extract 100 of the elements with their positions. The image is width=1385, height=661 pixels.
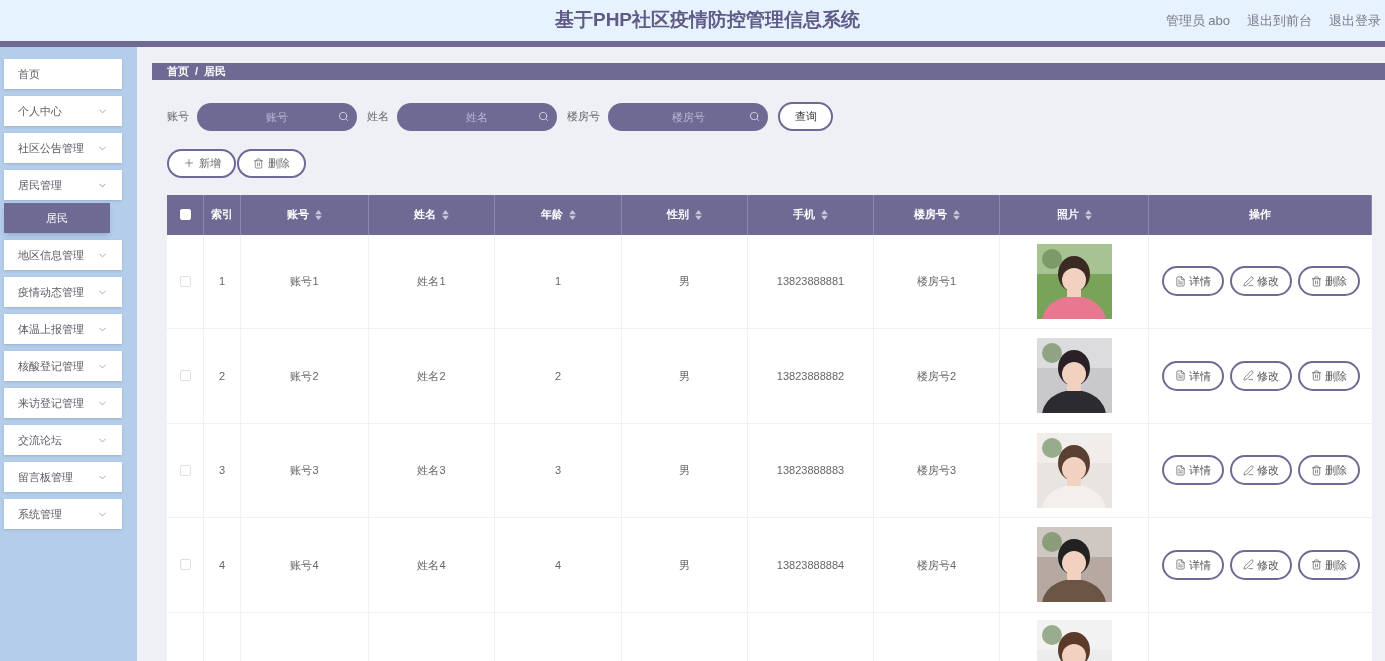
delete-button[interactable]: 删除 [1297, 549, 1360, 580]
table-cell-text: 楼房号3 [916, 463, 957, 478]
checkbox[interactable] [179, 370, 191, 382]
detail-button[interactable]: 详情 [1161, 455, 1224, 486]
sort-icon[interactable] [315, 209, 322, 220]
table-cell-text: 3 [554, 463, 562, 478]
search-icon [338, 110, 349, 122]
table-cell-text: 男 [679, 368, 690, 384]
checkbox[interactable] [179, 275, 191, 287]
detail-button[interactable]: 详情 [1161, 266, 1224, 297]
table-cell-text: 姓名4 [417, 557, 446, 573]
trash-icon [1310, 275, 1322, 287]
query-button[interactable]: 查询 [778, 102, 833, 131]
document-icon [1174, 464, 1186, 476]
checkbox[interactable] [179, 559, 191, 571]
table-cell-text: 姓名2 [417, 368, 446, 384]
trash-icon [1310, 464, 1322, 476]
search-field[interactable]: 楼房号 [608, 102, 768, 131]
sidebar-item[interactable]: 系统管理 [4, 499, 122, 529]
document-icon [1174, 559, 1186, 571]
plus-icon [182, 157, 195, 169]
column-header[interactable]: 楼房号 [874, 194, 1000, 235]
sort-icon[interactable] [1084, 209, 1092, 220]
detail-button[interactable]: 详情 [1161, 549, 1224, 580]
pen-icon [1242, 275, 1254, 287]
delete-button[interactable]: 删除 [1297, 360, 1360, 391]
pen-icon [1242, 464, 1254, 476]
table-cell-text: 姓名3 [417, 463, 446, 478]
column-header[interactable]: 手机 [748, 194, 874, 235]
sidebar-item[interactable]: 社区公告管理 [4, 133, 122, 163]
document-icon [1174, 275, 1186, 287]
table-cell-text: 13823888882 [776, 368, 845, 384]
sidebar-item[interactable]: 交流论坛 [4, 425, 122, 455]
search-field[interactable]: 姓名 [397, 102, 557, 131]
sort-icon[interactable] [821, 209, 828, 220]
table-cell-text: 楼房号4 [916, 557, 957, 573]
sidebar-item[interactable]: 核酸登记管理 [4, 351, 122, 381]
table-cell-text: 男 [679, 274, 690, 289]
edit-button[interactable]: 修改 [1229, 455, 1292, 486]
table-cell-text: 1 [218, 274, 226, 289]
table-cell-text: 楼房号1 [916, 274, 957, 289]
table-cell-text: 13823888883 [776, 463, 845, 478]
table-cell-text: 2 [554, 368, 562, 384]
table-cell-text: 1 [554, 274, 562, 289]
checkbox[interactable] [179, 464, 191, 476]
table-cell-text: 账号1 [290, 274, 319, 289]
search-icon [749, 110, 760, 122]
sort-icon[interactable] [442, 209, 449, 220]
app-title: 基于PHP社区疫情防控管理信息系统 [554, 8, 861, 33]
trash-icon [1310, 559, 1322, 571]
trash-icon [1310, 370, 1322, 382]
column-header[interactable]: 性别 [622, 194, 748, 235]
table-cell-text: 账号3 [290, 463, 319, 478]
field-label: 楼房号 [567, 109, 600, 125]
delete-button[interactable]: 删除 [1297, 455, 1360, 486]
pen-icon [1242, 559, 1254, 571]
document-icon [1174, 370, 1186, 382]
sort-icon[interactable] [568, 209, 576, 220]
delete-button[interactable]: 删除 [237, 148, 306, 178]
trash-icon [253, 157, 264, 169]
user-menu[interactable]: 管理员 abo [1165, 11, 1230, 31]
table-cell-text: 2 [218, 368, 226, 384]
breadcrumb-separator: / [195, 64, 199, 79]
detail-button[interactable]: 详情 [1161, 360, 1224, 391]
header-link[interactable]: 退出登录 [1329, 11, 1381, 31]
edit-button[interactable]: 修改 [1229, 266, 1292, 297]
table-cell-text: 4 [554, 557, 562, 573]
column-header[interactable]: 年龄 [495, 194, 622, 235]
table-cell-text: 男 [679, 463, 690, 478]
sort-icon[interactable] [952, 209, 960, 220]
table-cell-text: 账号4 [290, 557, 319, 573]
search-field[interactable]: 账号 [197, 102, 357, 131]
search-icon [538, 110, 549, 122]
sidebar-item[interactable]: 疫情动态管理 [4, 277, 122, 307]
edit-button[interactable]: 修改 [1229, 549, 1292, 580]
field-label: 姓名 [367, 109, 389, 125]
table-cell-text: 楼房号2 [916, 368, 957, 384]
sidebar-item[interactable]: 个人中心 [4, 96, 122, 126]
sidebar-item[interactable]: 体温上报管理 [4, 314, 122, 344]
sidebar-subitem[interactable]: 居民 [4, 203, 110, 233]
add-button[interactable]: 新增 [167, 148, 236, 178]
sidebar-item[interactable]: 地区信息管理 [4, 240, 122, 270]
delete-button[interactable]: 删除 [1297, 266, 1360, 297]
column-header: 操作 [1149, 194, 1372, 235]
column-header[interactable]: 账号 [241, 194, 369, 235]
sort-icon[interactable] [695, 209, 702, 220]
sidebar-item[interactable]: 首页 [4, 59, 122, 89]
table-cell-text: 4 [218, 557, 226, 573]
sidebar-item[interactable]: 来访登记管理 [4, 388, 122, 418]
header-link[interactable]: 退出到前台 [1247, 11, 1312, 31]
column-header[interactable]: 姓名 [369, 194, 495, 235]
breadcrumb-item: 居民 [204, 64, 227, 79]
sidebar-item[interactable]: 居民管理 [4, 170, 122, 200]
sidebar-item[interactable]: 留言板管理 [4, 462, 122, 492]
table-cell-text: 姓名1 [417, 274, 446, 289]
table-cell-text: 13823888884 [776, 557, 845, 573]
edit-button[interactable]: 修改 [1229, 360, 1292, 391]
column-header[interactable]: 照片 [1000, 194, 1149, 235]
pen-icon [1242, 370, 1254, 382]
breadcrumb-item[interactable]: 首页 [167, 63, 189, 80]
